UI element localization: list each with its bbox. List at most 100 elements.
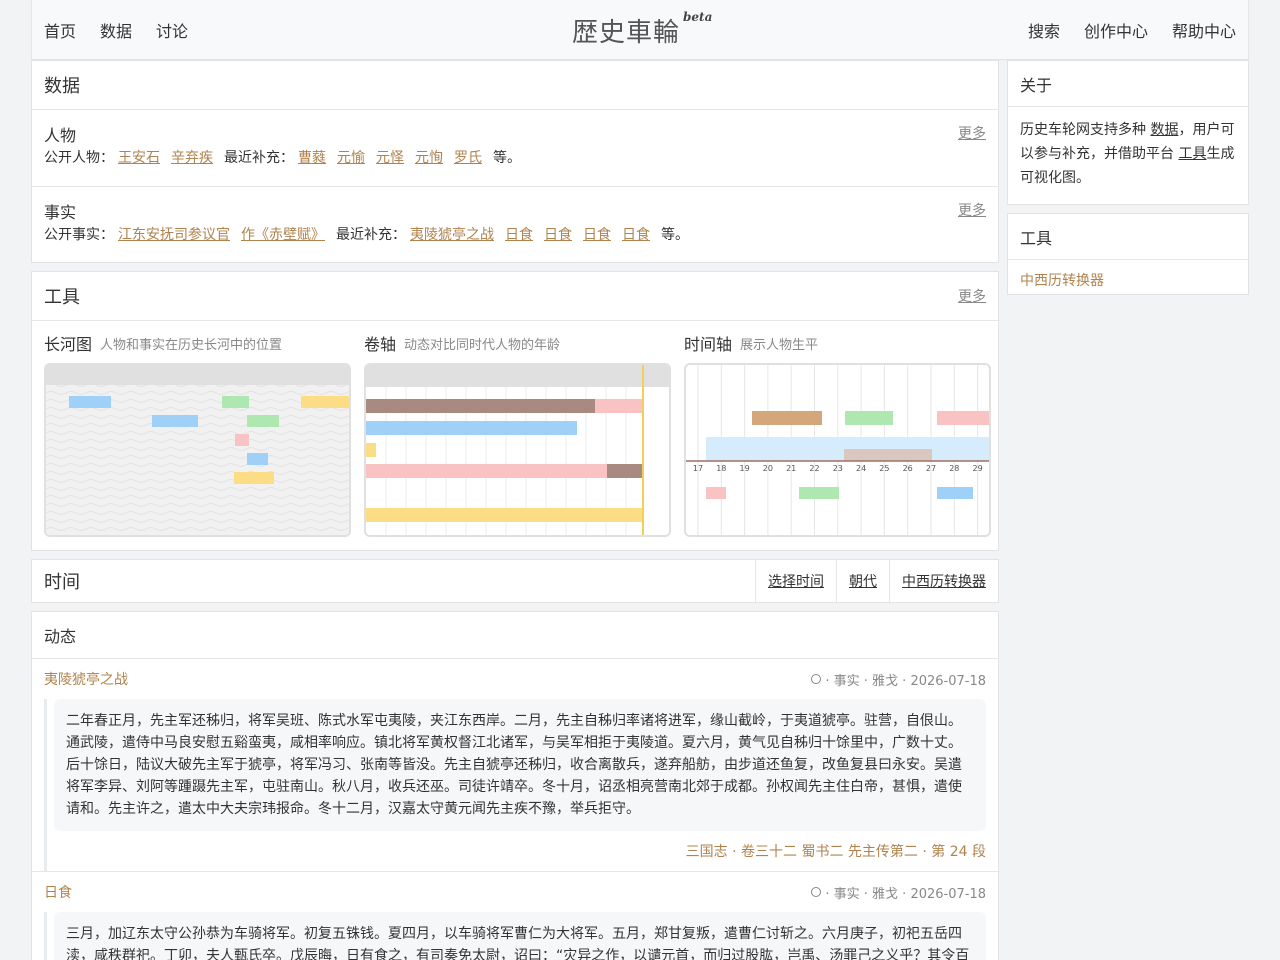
tool-river-chart[interactable]: 长河图 人物和事实在历史长河中的位置 (44, 321, 351, 537)
facts-etc: 等。 (661, 226, 689, 243)
timeline-tick-label: 23 (833, 464, 843, 473)
timeline-bar (937, 487, 973, 499)
sidebar-tools-box: 工具 中西历转换器 (1007, 213, 1249, 295)
tab-calendar-converter[interactable]: 中西历转换器 (889, 560, 998, 602)
people-line: 公开人物： 王安石 辛弃疾 最近补充： 曹蕤 元愉 元怿 元恂 罗氏 等。 (44, 144, 986, 179)
nav-data-link[interactable]: 数据 (100, 18, 132, 42)
nav-right: 搜索 创作中心 帮助中心 (1028, 0, 1236, 60)
feed-item-head: 日食 · 事实 · 雅戈 · 2026-07-18 (44, 872, 986, 912)
public-person-link[interactable]: 辛弃疾 (171, 147, 213, 167)
recent-fact-link[interactable]: 日食 (622, 224, 650, 244)
tools-card-header: 工具 更多 (32, 272, 998, 321)
feed-item-quote-wrap: 二年春正月，先主军还秭归，将军吴班、陈式水军屯夷陵，夹江东西岸。二月，先主自秭归… (44, 699, 986, 871)
scroll-bar (366, 508, 643, 522)
feed-item-quote-wrap: 三月，加辽东太守公孙恭为车骑将军。初复五铢钱。夏四月，以车骑将军曹仁为大将军。五… (44, 912, 986, 960)
scroll-bar (595, 399, 643, 413)
public-person-link[interactable]: 王安石 (118, 147, 160, 167)
recent-fact-link[interactable]: 日食 (583, 224, 611, 244)
data-card-header: 数据 (32, 61, 998, 110)
data-card: 数据 人物 更多 公开人物： 王安石 辛弃疾 最近补充： 曹蕤 元愉 元怿 元恂… (31, 60, 999, 263)
feed-card-header: 动态 (32, 612, 998, 659)
timeline-tick-labels: 17 18 19 20 21 22 23 24 25 26 27 28 29 (693, 464, 983, 473)
tool-desc: 展示人物生平 (740, 337, 819, 353)
timeline-bar (937, 411, 989, 425)
feed-item-head: 夷陵猇亭之战 · 事实 · 雅戈 · 2026-07-18 (44, 659, 986, 699)
feed-item-citation[interactable]: 三国志 · 卷三十二 蜀书二 先主传第二 · 第 24 段 (54, 831, 986, 871)
nav-home-link[interactable]: 首页 (44, 18, 76, 42)
time-card-title: 时间 (44, 572, 80, 593)
tab-select-time[interactable]: 选择时间 (755, 560, 836, 602)
timeline-tick-label: 17 (693, 464, 703, 473)
river-chart-svg (46, 365, 349, 535)
tool-scroll-chart[interactable]: 卷轴 动态对比同时代人物的年龄 (364, 321, 671, 537)
sidebar-tools-title: 工具 (1008, 214, 1248, 260)
feed-item-meta-text: · 事实 · 雅戈 · 2026-07-18 (825, 886, 986, 902)
scroll-chart-svg (366, 365, 669, 535)
main-column: 数据 人物 更多 公开人物： 王安石 辛弃疾 最近补充： 曹蕤 元愉 元怿 元恂… (31, 60, 999, 960)
nav-search-link[interactable]: 搜索 (1028, 18, 1060, 42)
feed-item-title-link[interactable]: 夷陵猇亭之战 (44, 669, 128, 689)
recent-person-link[interactable]: 曹蕤 (298, 147, 326, 167)
timeline-tick-label: 24 (856, 464, 866, 473)
public-fact-link[interactable]: 江东安抚司参议官 (118, 224, 230, 244)
recent-person-link[interactable]: 罗氏 (454, 147, 482, 167)
tool-title: 长河图 人物和事实在历史长河中的位置 (44, 321, 351, 363)
timeline-bar (752, 411, 822, 425)
recent-fact-link[interactable]: 日食 (544, 224, 572, 244)
nav-creation-center-link[interactable]: 创作中心 (1084, 18, 1148, 42)
tools-more-link[interactable]: 更多 (958, 286, 986, 306)
river-chart-preview[interactable] (44, 363, 351, 537)
timeline-chart-preview[interactable]: 17 18 19 20 21 22 23 24 25 26 27 28 29 (684, 363, 991, 537)
timeline-bar (845, 411, 893, 425)
scroll-bar (366, 399, 595, 413)
feed-item-quote: 三月，加辽东太守公孙恭为车骑将军。初复五铢钱。夏四月，以车骑将军曹仁为大将军。五… (54, 912, 986, 960)
tools-card: 工具 更多 长河图 人物和事实在历史长河中的位置 卷轴 动态对比同时代人物的年龄… (31, 271, 999, 551)
scroll-bar (366, 464, 607, 478)
nav-left: 首页 数据 讨论 (44, 0, 188, 60)
timeline-tick-label: 28 (949, 464, 959, 473)
about-box: 关于 历史车轮网支持多种 数据，用户可以参与补充，并借助平台 工具生成可视化图。 (1007, 60, 1249, 205)
recent-facts-label: 最近补充： (336, 226, 406, 243)
facts-line: 公开事实： 江东安抚司参议官 作《赤壁赋》 最近补充： 夷陵猇亭之战 日食 日食… (44, 221, 986, 256)
river-bar (247, 415, 279, 427)
facts-more-link[interactable]: 更多 (958, 200, 986, 220)
tab-dynasty[interactable]: 朝代 (836, 560, 889, 602)
scroll-bar (607, 464, 643, 478)
feed-item-title-link[interactable]: 日食 (44, 882, 72, 902)
scroll-top-band (366, 365, 669, 387)
tool-name: 长河图 (44, 335, 93, 354)
feed-item: 夷陵猇亭之战 · 事实 · 雅戈 · 2026-07-18 二年春正月，先主军还… (32, 659, 998, 872)
recent-person-link[interactable]: 元怿 (376, 147, 404, 167)
time-card-header: 时间 选择时间 朝代 中西历转换器 (32, 560, 998, 602)
circle-icon (811, 674, 822, 684)
scroll-chart-preview[interactable] (364, 363, 671, 537)
about-text-1: 历史车轮网支持多种 (1020, 122, 1146, 138)
timeline-span (844, 449, 932, 461)
public-people-label: 公开人物： (44, 149, 114, 166)
river-bar (234, 472, 274, 484)
brand-logo[interactable]: 歴史車輪 beta (572, 8, 712, 52)
public-fact-link[interactable]: 作《赤壁赋》 (241, 224, 325, 244)
tool-title: 时间轴 展示人物生平 (684, 321, 991, 363)
about-data-link[interactable]: 数据 (1150, 122, 1178, 138)
timeline-bar (799, 487, 839, 499)
recent-person-link[interactable]: 元恂 (415, 147, 443, 167)
feed-card: 动态 夷陵猇亭之战 · 事实 · 雅戈 · 2026-07-18 二年春正月，先… (31, 611, 999, 960)
timeline-chart-svg: 17 18 19 20 21 22 23 24 25 26 27 28 29 (686, 365, 989, 535)
nav-help-center-link[interactable]: 帮助中心 (1172, 18, 1236, 42)
recent-fact-link[interactable]: 夷陵猇亭之战 (410, 224, 494, 244)
recent-person-link[interactable]: 元愉 (337, 147, 365, 167)
tool-name: 卷轴 (364, 335, 397, 354)
sidebar-calendar-converter-link[interactable]: 中西历转换器 (1008, 260, 1248, 300)
people-more-link[interactable]: 更多 (958, 123, 986, 143)
river-bar (69, 396, 111, 408)
recent-fact-link[interactable]: 日食 (505, 224, 533, 244)
river-bar (247, 453, 268, 465)
timeline-tick-label: 20 (763, 464, 773, 473)
timeline-tick-label: 21 (786, 464, 796, 473)
nav-discuss-link[interactable]: 讨论 (156, 18, 188, 42)
tool-timeline-chart[interactable]: 时间轴 展示人物生平 17 18 19 20 21 22 23 24 25 26 27 28 29 (684, 321, 991, 537)
navbar: 首页 数据 讨论 歴史車輪 beta 搜索 创作中心 帮助中心 (31, 0, 1249, 60)
time-card: 时间 选择时间 朝代 中西历转换器 (31, 559, 999, 603)
about-tools-link[interactable]: 工具 (1178, 146, 1206, 162)
